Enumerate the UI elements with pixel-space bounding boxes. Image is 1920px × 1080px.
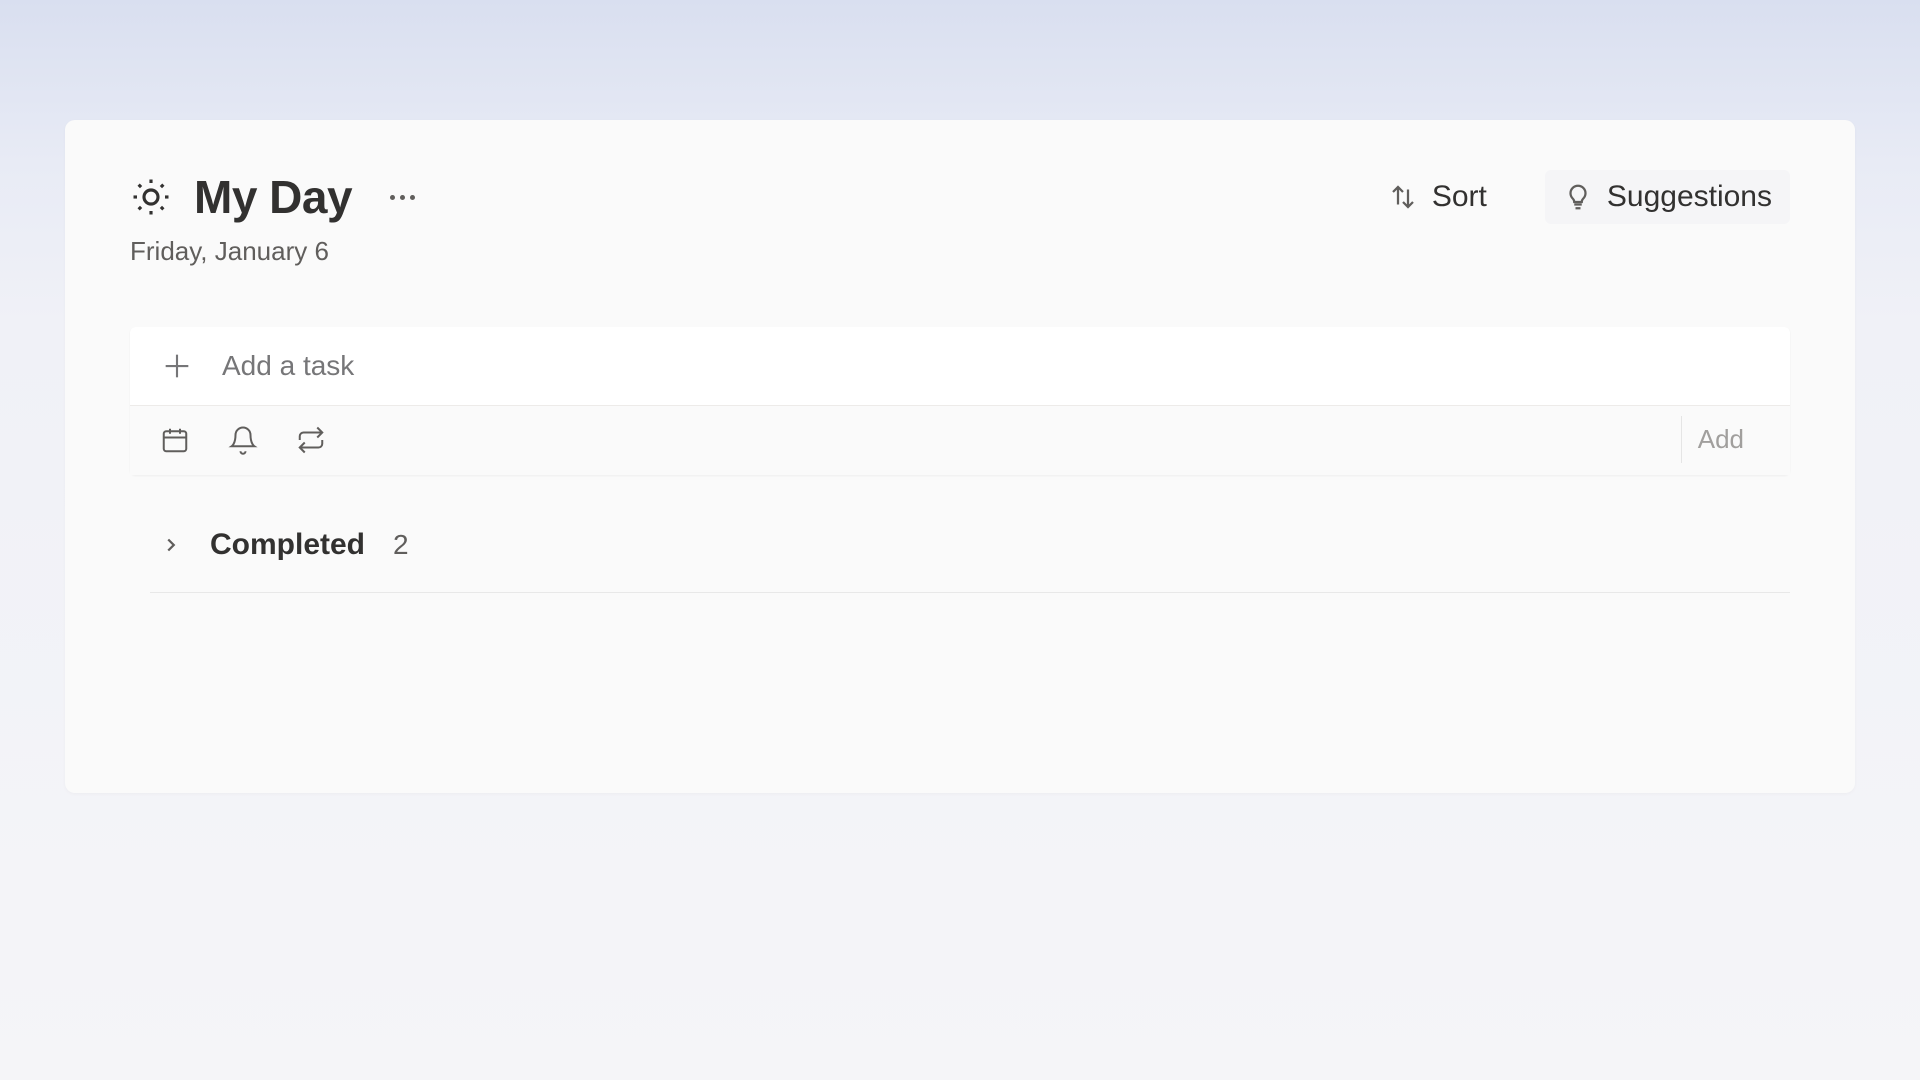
title-group: My Day (130, 170, 423, 224)
completed-label: Completed (210, 528, 365, 562)
bell-icon[interactable] (228, 425, 258, 455)
repeat-icon[interactable] (296, 425, 326, 455)
main-card: My Day Sort (65, 120, 1855, 793)
calendar-icon[interactable] (160, 425, 190, 455)
suggestions-button[interactable]: Suggestions (1545, 170, 1790, 224)
more-options-button[interactable] (382, 187, 423, 208)
chevron-right-icon (160, 534, 182, 556)
add-task-input[interactable] (222, 350, 1760, 382)
lightbulb-icon (1563, 182, 1593, 212)
suggestions-label: Suggestions (1607, 180, 1772, 214)
sun-icon (130, 176, 172, 218)
task-options-left (160, 425, 326, 455)
add-button[interactable]: Add (1681, 416, 1760, 463)
add-task-container: Add (130, 327, 1790, 475)
plus-icon (160, 349, 194, 383)
header-actions: Sort Suggestions (1370, 170, 1790, 224)
sort-label: Sort (1432, 180, 1487, 214)
page-title: My Day (194, 170, 352, 224)
date-line: Friday, January 6 (130, 236, 1790, 267)
sort-button[interactable]: Sort (1370, 170, 1505, 224)
task-options-row: Add (130, 405, 1790, 475)
header-row: My Day Sort (130, 170, 1790, 224)
completed-section[interactable]: Completed 2 (150, 520, 1790, 593)
add-task-row[interactable] (130, 327, 1790, 405)
completed-count: 2 (393, 529, 409, 561)
sort-icon (1388, 182, 1418, 212)
